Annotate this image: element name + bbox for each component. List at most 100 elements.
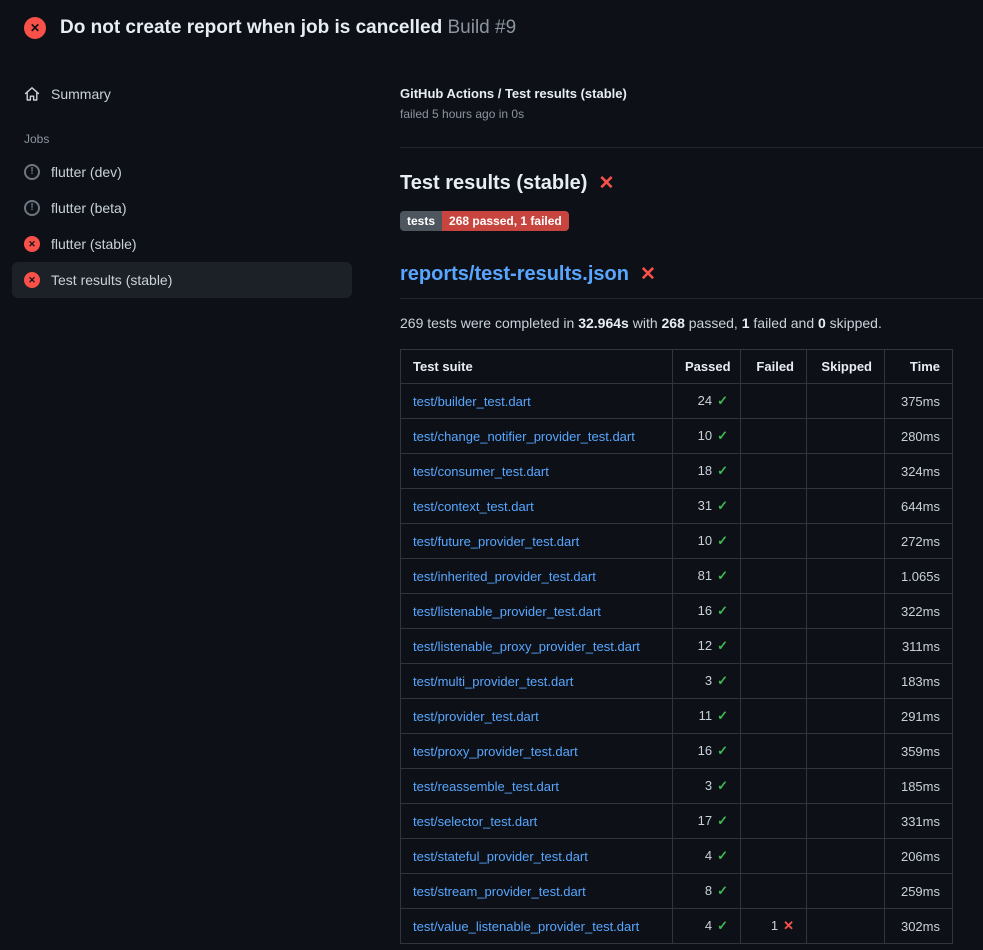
time-cell: 311ms [885,629,953,664]
table-body: test/builder_test.dart24✓375mstest/chang… [401,384,953,944]
section-title-text: Test results (stable) [400,172,587,195]
time-cell: 183ms [885,664,953,699]
x-glyph: ✕ [30,22,40,34]
passed-cell-count: 12 [698,638,712,653]
test-suite-link[interactable]: test/selector_test.dart [413,814,537,829]
run-status-line: failed 5 hours ago in 0s [400,107,983,121]
failed-cell [741,664,807,699]
summary-text: 269 tests were completed in [400,315,578,331]
table-row: test/context_test.dart31✓644ms [401,489,953,524]
home-icon [24,86,40,102]
failed-cell-count: 1 [771,918,778,933]
time-cell: 1.065s [885,559,953,594]
failed-x-icon: ✕ [598,174,614,193]
summary-failed-count: 1 [742,315,750,331]
test-suite-link[interactable]: test/provider_test.dart [413,709,539,724]
suite-cell: test/consumer_test.dart [401,454,673,489]
check-icon: ✓ [717,778,728,793]
time-cell: 185ms [885,769,953,804]
table-row: test/listenable_proxy_provider_test.dart… [401,629,953,664]
passed-cell-count: 10 [698,428,712,443]
page-layout: Summary Jobs ! flutter (dev) ! flutter (… [0,52,983,944]
passed-cell-count: 10 [698,533,712,548]
check-icon: ✓ [717,673,728,688]
test-suite-link[interactable]: test/listenable_provider_test.dart [413,604,601,619]
check-icon: ✓ [717,393,728,408]
test-suite-link[interactable]: test/inherited_provider_test.dart [413,569,596,584]
suite-cell: test/change_notifier_provider_test.dart [401,419,673,454]
test-suite-link[interactable]: test/change_notifier_provider_test.dart [413,429,635,444]
check-icon: ✓ [717,918,728,933]
failed-icon: ✕ [24,236,40,252]
time-cell: 331ms [885,804,953,839]
check-icon: ✓ [717,498,728,513]
failed-cell [741,734,807,769]
test-suite-link[interactable]: test/stream_provider_test.dart [413,884,586,899]
test-suite-link[interactable]: test/context_test.dart [413,499,534,514]
skipped-cell [807,454,885,489]
build-number: Build #9 [447,17,516,38]
passed-cell: 17✓ [673,804,741,839]
table-row: test/stateful_provider_test.dart4✓206ms [401,839,953,874]
table-row: test/builder_test.dart24✓375ms [401,384,953,419]
test-suite-link[interactable]: test/proxy_provider_test.dart [413,744,578,759]
check-icon: ✓ [717,638,728,653]
column-header-failed: Failed [741,350,807,384]
suite-cell: test/context_test.dart [401,489,673,524]
skipped-cell [807,594,885,629]
failed-cell [741,454,807,489]
failed-cell [741,804,807,839]
test-suite-link[interactable]: test/listenable_proxy_provider_test.dart [413,639,640,654]
skipped-cell [807,384,885,419]
check-icon: ✓ [717,848,728,863]
sidebar-item-test-results-stable[interactable]: ✕ Test results (stable) [12,262,352,298]
test-suite-link[interactable]: test/reassemble_test.dart [413,779,559,794]
summary-duration: 32.964s [578,315,629,331]
table-row: test/value_listenable_provider_test.dart… [401,909,953,944]
suite-cell: test/listenable_proxy_provider_test.dart [401,629,673,664]
failed-cell: 1✕ [741,909,807,944]
table-row: test/provider_test.dart11✓291ms [401,699,953,734]
suite-cell: test/value_listenable_provider_test.dart [401,909,673,944]
test-suite-link[interactable]: test/future_provider_test.dart [413,534,579,549]
skipped-cell [807,419,885,454]
check-icon: ✓ [717,883,728,898]
test-suite-link[interactable]: test/value_listenable_provider_test.dart [413,919,639,934]
skipped-cell [807,734,885,769]
test-suite-link[interactable]: test/stateful_provider_test.dart [413,849,588,864]
main-content: GitHub Actions / Test results (stable) f… [368,52,983,944]
failed-cell [741,384,807,419]
time-cell: 322ms [885,594,953,629]
check-icon: ✓ [717,428,728,443]
passed-cell-count: 81 [698,568,712,583]
report-heading: reports/test-results.json ✕ [400,263,983,299]
summary-passed-count: 268 [662,315,685,331]
sidebar-item-flutter-dev[interactable]: ! flutter (dev) [12,154,352,190]
suite-cell: test/multi_provider_test.dart [401,664,673,699]
column-header-passed: Passed [673,350,741,384]
sidebar-item-summary[interactable]: Summary [12,76,352,112]
summary-text: passed, [685,315,742,331]
suite-cell: test/stateful_provider_test.dart [401,839,673,874]
test-suite-link[interactable]: test/multi_provider_test.dart [413,674,573,689]
passed-cell-count: 3 [705,673,712,688]
sidebar-item-flutter-beta[interactable]: ! flutter (beta) [12,190,352,226]
sidebar-item-label: Test results (stable) [51,272,172,288]
sidebar-item-flutter-stable[interactable]: ✕ flutter (stable) [12,226,352,262]
test-suite-link[interactable]: test/builder_test.dart [413,394,531,409]
time-cell: 324ms [885,454,953,489]
column-header-test-suite: Test suite [401,350,673,384]
table-row: test/selector_test.dart 17✓ 331ms [401,804,953,839]
report-file-link[interactable]: reports/test-results.json [400,263,629,286]
passed-cell: 16✓ [673,734,741,769]
skipped-cell [807,489,885,524]
page-title: Do not create report when job is cancell… [60,17,516,39]
jobs-section-label: Jobs [24,132,352,146]
section-title: Test results (stable) ✕ [400,172,983,195]
failed-cell [741,839,807,874]
test-suite-link[interactable]: test/consumer_test.dart [413,464,549,479]
table-row: test/change_notifier_provider_test.dart 1… [401,419,953,454]
time-cell: 272ms [885,524,953,559]
x-icon: ✕ [783,918,794,933]
failed-cell [741,769,807,804]
